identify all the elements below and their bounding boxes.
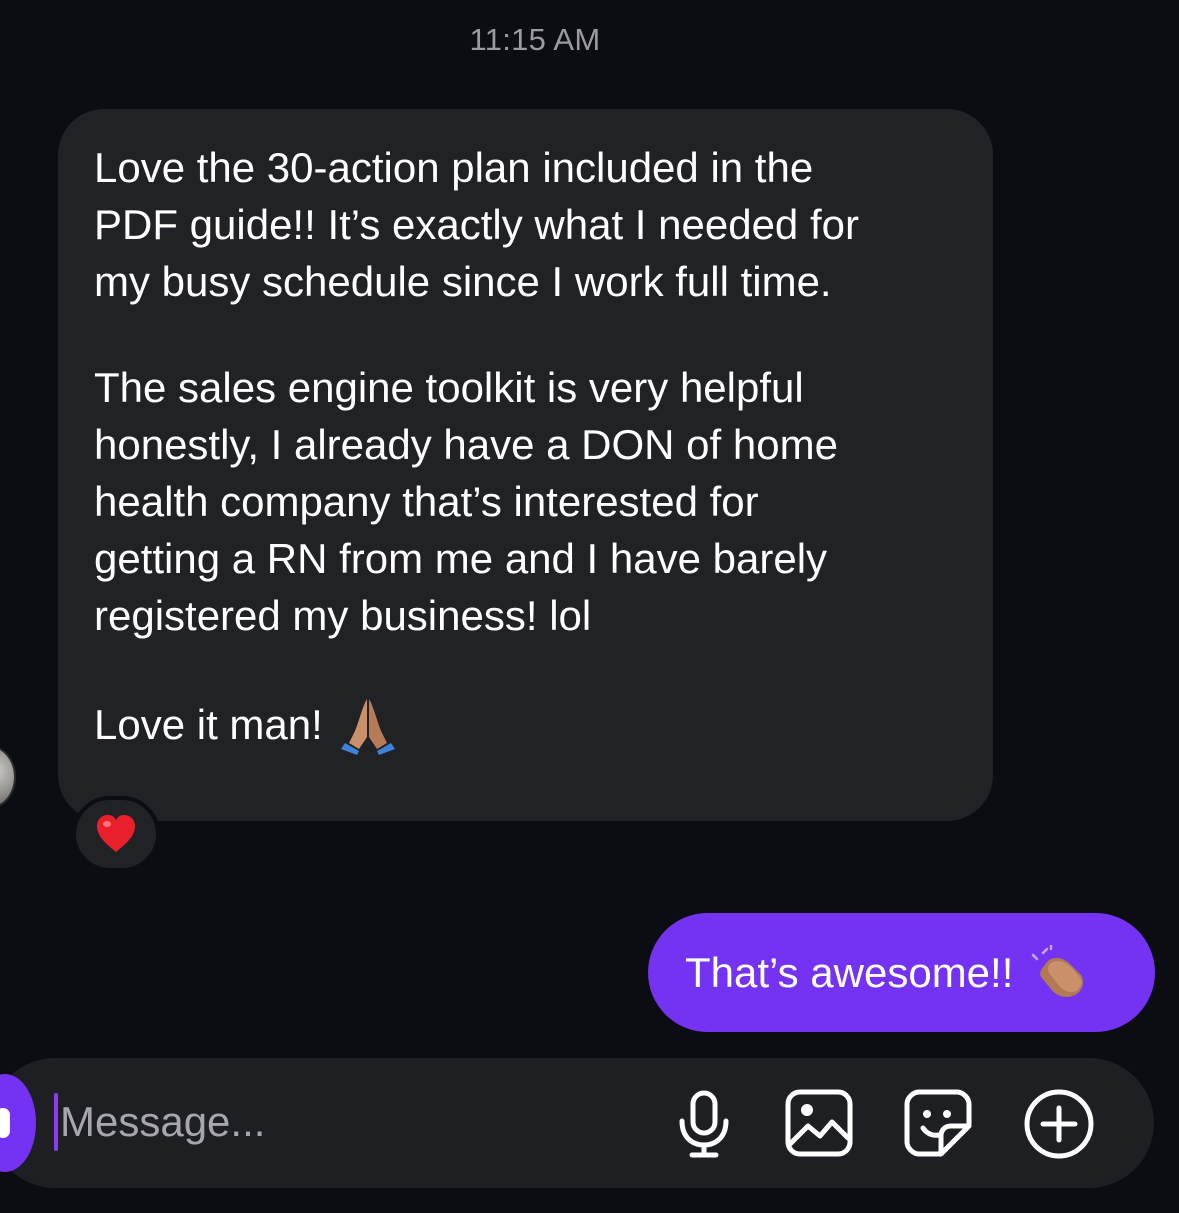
outgoing-message-text: That’s awesome!! xyxy=(685,948,1014,996)
add-button[interactable] xyxy=(1019,1084,1099,1164)
message-paragraph: Love the 30-action plan included in the … xyxy=(94,144,859,305)
microphone-button[interactable] xyxy=(664,1084,744,1164)
sticker-button[interactable] xyxy=(898,1083,978,1163)
text-cursor xyxy=(54,1093,58,1151)
sender-avatar[interactable] xyxy=(0,745,16,809)
incoming-message-bubble[interactable]: Love the 30-action plan included in the … xyxy=(58,109,993,821)
heart-icon xyxy=(95,814,137,854)
heart-reaction[interactable] xyxy=(72,796,160,872)
message-last-line: Love it man! xyxy=(94,693,957,755)
chat-screen: 11:15 AM Love the 30-action plan include… xyxy=(0,0,1179,1213)
sticker-icon xyxy=(903,1088,973,1158)
clapping-hands-icon xyxy=(1029,944,1087,1001)
outgoing-message-bubble[interactable]: That’s awesome!! xyxy=(648,913,1155,1032)
camera-icon xyxy=(0,1108,10,1138)
add-icon xyxy=(1023,1088,1095,1160)
microphone-icon xyxy=(676,1089,732,1159)
message-input[interactable] xyxy=(60,1092,620,1152)
message-timestamp: 11:15 AM xyxy=(469,22,601,57)
praying-hands-icon xyxy=(337,693,399,755)
gallery-icon xyxy=(784,1088,854,1158)
message-paragraph: The sales engine toolkit is very helpful… xyxy=(94,364,838,639)
gallery-button[interactable] xyxy=(779,1083,859,1163)
message-paragraph: Love it man! xyxy=(94,700,323,748)
